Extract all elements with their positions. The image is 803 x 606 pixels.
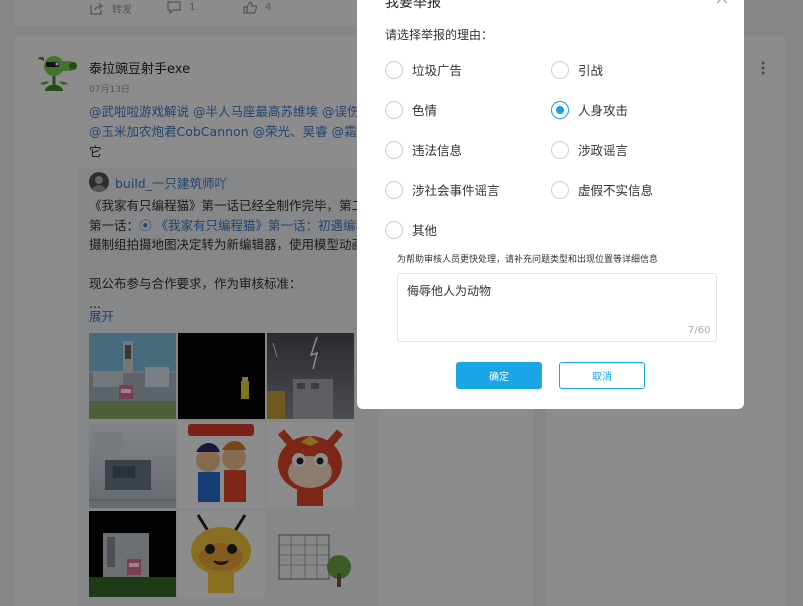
radio-button[interactable]	[551, 100, 569, 119]
reason-option[interactable]: 人身攻击	[551, 100, 628, 119]
radio-button[interactable]	[385, 180, 403, 199]
reason-option[interactable]: 涉政谣言	[551, 140, 628, 159]
close-icon[interactable]	[716, 0, 728, 7]
reason-option-label: 涉社会事件谣言	[412, 183, 500, 198]
radio-button[interactable]	[385, 220, 403, 239]
reason-option-label: 色情	[412, 103, 438, 118]
reason-option[interactable]: 违法信息	[385, 140, 462, 159]
radio-button[interactable]	[385, 100, 403, 119]
dialog-title: 我要举报	[385, 0, 441, 11]
reason-option-label: 人身攻击	[578, 103, 629, 118]
reason-option[interactable]: 其他	[385, 220, 437, 239]
reason-option-label: 垃圾广告	[412, 63, 463, 78]
reason-option-label: 违法信息	[412, 143, 463, 158]
reason-option-label: 虚假不实信息	[578, 183, 654, 198]
report-reason-prompt: 请选择举报的理由：	[385, 28, 494, 42]
report-dialog: 我要举报 请选择举报的理由： 垃圾广告 引战色情 人身攻击违法信息 涉政谣言涉社会事件…	[357, 0, 744, 409]
reason-option[interactable]: 色情	[385, 100, 437, 119]
cancel-button[interactable]: 取消	[559, 362, 645, 389]
detail-hint: 为帮助审核人员更快处理，请补充问题类型和出现位置等详细信息	[397, 255, 659, 265]
reason-option[interactable]: 虚假不实信息	[551, 180, 653, 199]
reason-option-label: 其他	[412, 223, 438, 238]
reason-option-label: 涉政谣言	[578, 143, 629, 158]
detail-input[interactable]: 侮辱他人为动物	[397, 273, 717, 342]
radio-button[interactable]	[385, 140, 403, 159]
radio-button[interactable]	[385, 60, 403, 79]
reason-option-label: 引战	[578, 63, 604, 78]
reason-option[interactable]: 引战	[551, 60, 603, 79]
reason-option[interactable]: 垃圾广告	[385, 60, 462, 79]
radio-button[interactable]	[551, 180, 569, 199]
radio-button[interactable]	[551, 60, 569, 79]
char-counter: 7/60	[688, 325, 711, 336]
reason-option[interactable]: 涉社会事件谣言	[385, 180, 500, 199]
confirm-button[interactable]: 确定	[456, 362, 542, 389]
radio-button[interactable]	[551, 140, 569, 159]
